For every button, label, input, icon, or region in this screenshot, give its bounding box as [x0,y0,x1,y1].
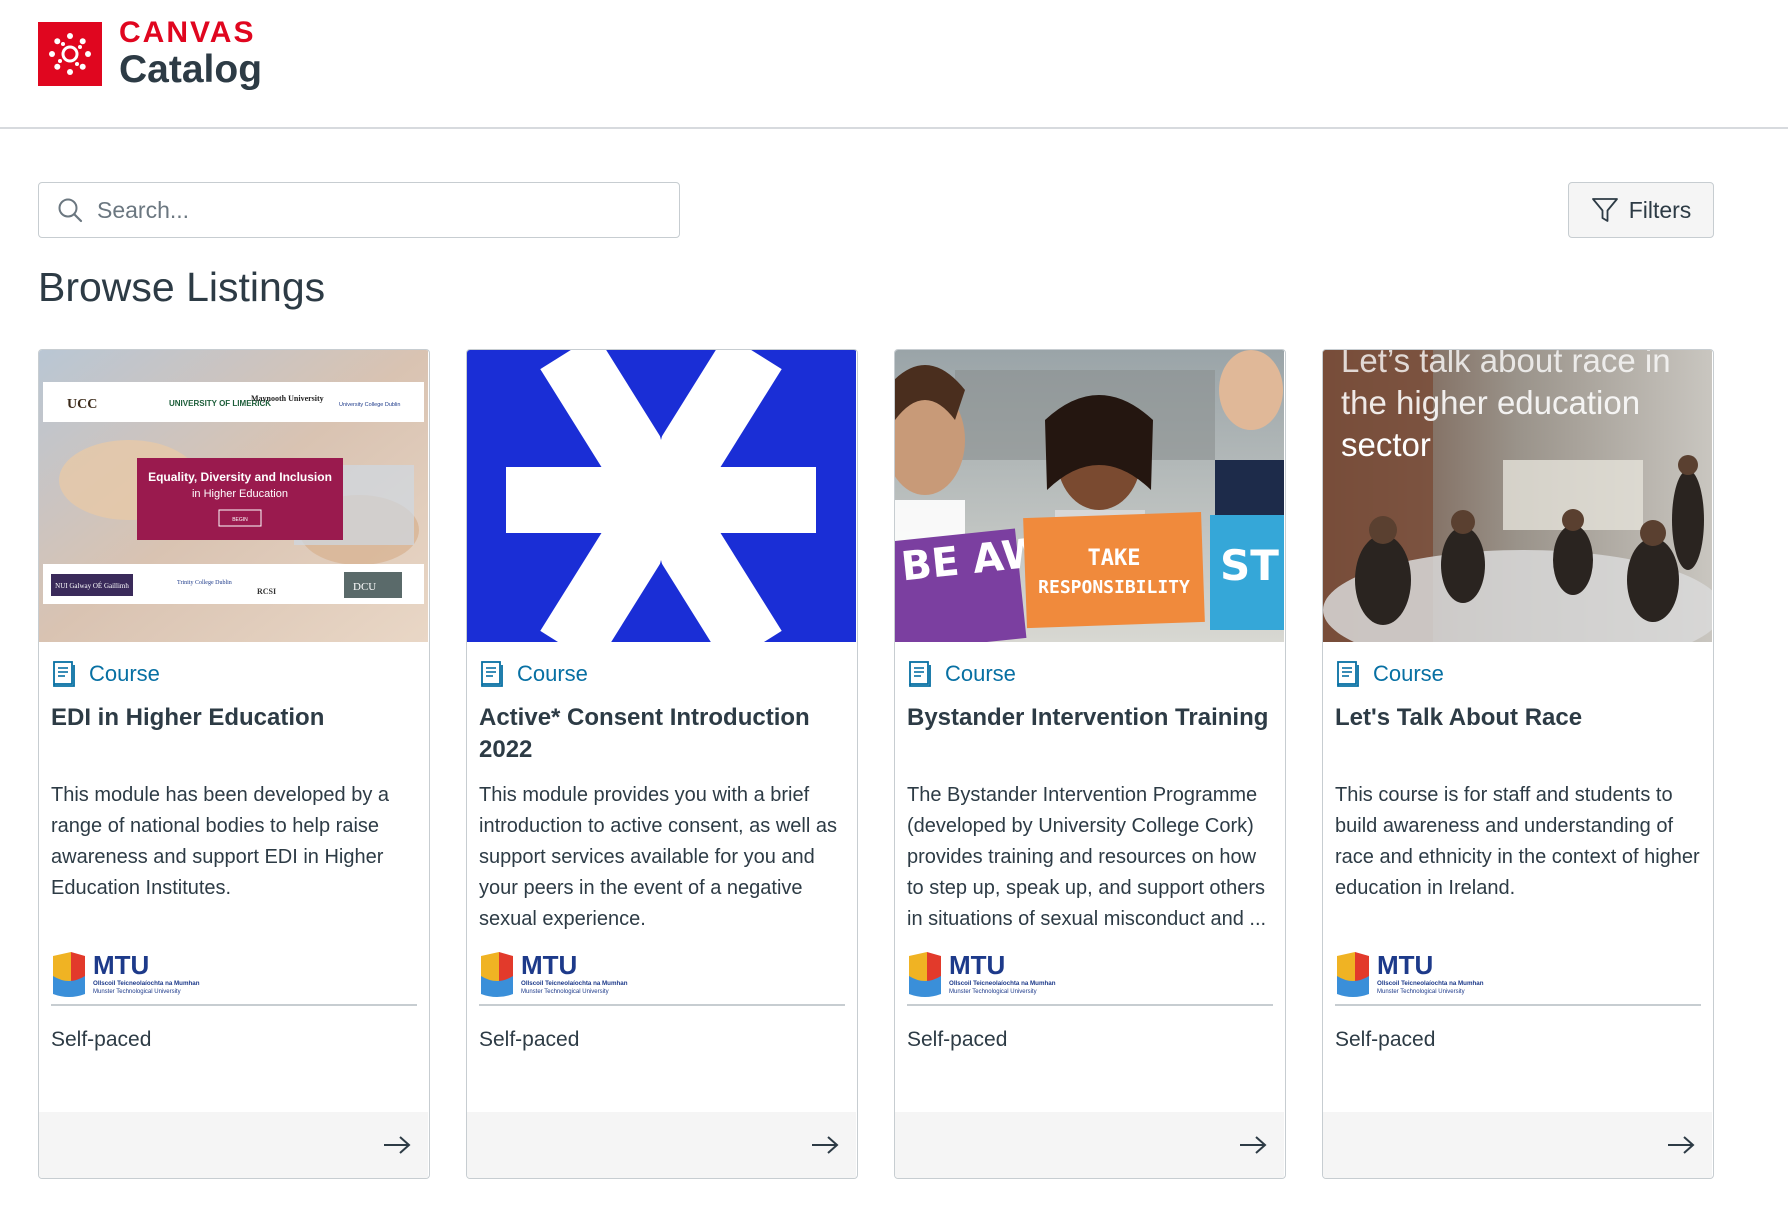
race-thumbnail: Let’s talk about race in the higher educ… [1323,350,1712,642]
listing-description: This course is for staff and students to… [1335,784,1700,899]
logo-rcsi: RCSI [257,587,276,596]
canvas-logo-glyph [49,33,91,75]
search-box [38,182,680,238]
provider-name: MTU [949,950,1005,980]
listing-description: The Bystander Intervention Programme (de… [907,784,1267,930]
course-book-icon [1337,661,1359,687]
card-footer[interactable] [1323,1112,1712,1178]
listing-pace: Self-paced [479,1028,580,1051]
mtu-logo: MTU Ollscoil Teicneolaíochta na Mumhan M… [1337,950,1484,997]
listing-title[interactable]: Active* Consent Introduction 2022 [479,702,845,772]
race-overlay-line3: sector [1341,426,1431,463]
provider-logo: MTU Ollscoil Teicneolaíochta na Mumhan M… [51,950,417,1006]
logo-maynooth: Maynooth University [251,394,324,403]
page-title: Browse Listings [38,264,326,310]
brand-name: CANVAS [119,16,256,49]
listing-card[interactable]: Course Active* Consent Introduction 2022… [466,349,858,1179]
listing-title[interactable]: EDI in Higher Education [51,702,417,772]
listing-card[interactable]: BE AWARE TAKE RESPONSIBILITY ST Course B… [894,349,1286,1179]
arrow-right-icon[interactable] [1666,1134,1696,1156]
arrow-right-icon[interactable] [810,1134,840,1156]
logo-nuig: NUI Galway OÉ Gaillimh [55,582,129,590]
search-input[interactable] [97,196,657,224]
race-overlay-line1: Let’s talk about race in [1341,350,1671,379]
filter-funnel-icon [1591,198,1618,222]
card-footer[interactable] [467,1112,856,1178]
listing-type: Course [945,661,1016,686]
logo-tcd: Trinity College Dublin [177,580,232,586]
course-book-icon [53,661,75,687]
listing-image [467,350,856,642]
mtu-logo: MTU Ollscoil Teicneolaíochta na Mumhan M… [53,950,200,997]
mtu-logo: MTU Ollscoil Teicneolaíochta na Mumhan M… [909,950,1056,997]
edi-banner-line2: in Higher Education [192,488,288,500]
listing-image: BE AWARE TAKE RESPONSIBILITY ST [895,350,1284,642]
logo-dcu: DCU [353,581,376,593]
provider-line2: Munster Technological University [949,989,1037,995]
provider-line1: Ollscoil Teicneolaíochta na Mumhan [1377,980,1484,987]
listing-pace: Self-paced [907,1028,1008,1051]
listing-image: Let’s talk about race in the higher educ… [1323,350,1712,642]
listing-card[interactable]: Let’s talk about race in the higher educ… [1322,349,1714,1179]
listing-pace: Self-paced [51,1028,152,1051]
listing-type: Course [1373,661,1444,686]
listing-title[interactable]: Let's Talk About Race [1335,702,1701,772]
provider-logo: MTU Ollscoil Teicneolaíochta na Mumhan M… [479,950,845,1006]
course-book-icon [481,661,503,687]
provider-line2: Munster Technological University [521,989,609,995]
listing-type: Course [89,661,160,686]
sign-st: ST [1220,541,1279,590]
card-footer[interactable] [895,1112,1284,1178]
arrow-right-icon[interactable] [1238,1134,1268,1156]
provider-line2: Munster Technological University [93,989,181,995]
consent-asterisk-thumbnail [467,350,856,642]
sign-take: TAKE [1088,546,1141,571]
filters-button[interactable]: Filters [1568,182,1714,238]
listing-card[interactable]: UCC UNIVERSITY OF LIMERICK Maynooth Univ… [38,349,430,1179]
mtu-logo: MTU Ollscoil Teicneolaíochta na Mumhan M… [481,950,628,997]
edi-banner-line1: Equality, Diversity and Inclusion [148,470,332,484]
arrow-right-icon[interactable] [382,1134,412,1156]
provider-name: MTU [1377,950,1433,980]
bystander-thumbnail: BE AWARE TAKE RESPONSIBILITY ST [895,350,1284,642]
provider-logo: MTU Ollscoil Teicneolaíochta na Mumhan M… [907,950,1273,1006]
listing-title[interactable]: Bystander Intervention Training [907,702,1273,772]
provider-line1: Ollscoil Teicneolaíochta na Mumhan [949,980,1056,987]
race-overlay-line2: the higher education [1341,384,1640,421]
logo-ucd: University College Dublin [339,402,400,408]
sign-responsibility: RESPONSIBILITY [1038,577,1190,598]
listing-type: Course [517,661,588,686]
product-name: Catalog [119,48,263,91]
card-footer[interactable] [39,1112,428,1178]
search-icon [58,198,83,223]
provider-logo: MTU Ollscoil Teicneolaíochta na Mumhan M… [1335,950,1701,1006]
logo-ucc: UCC [67,397,97,412]
canvas-logo-icon[interactable] [38,22,102,86]
listing-pace: Self-paced [1335,1028,1436,1051]
filters-label: Filters [1628,196,1692,223]
listing-image: UCC UNIVERSITY OF LIMERICK Maynooth Univ… [39,350,428,642]
edi-thumbnail: UCC UNIVERSITY OF LIMERICK Maynooth Univ… [39,350,428,642]
provider-line2: Munster Technological University [1377,989,1465,995]
course-book-icon [909,661,931,687]
provider-line1: Ollscoil Teicneolaíochta na Mumhan [93,980,200,987]
site-header: CANVAS Catalog [0,0,1788,129]
listing-description: This module provides you with a brief in… [479,784,837,930]
provider-name: MTU [93,950,149,980]
provider-name: MTU [521,950,577,980]
provider-line1: Ollscoil Teicneolaíochta na Mumhan [521,980,628,987]
edi-banner-button: BEGIN [232,517,248,523]
listing-description: This module has been developed by a rang… [51,784,390,899]
